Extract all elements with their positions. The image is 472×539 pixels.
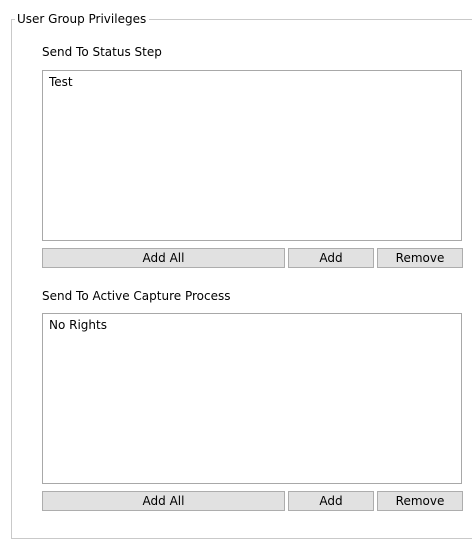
send-to-status-step-label: Send To Status Step: [42, 45, 162, 59]
list-item[interactable]: No Rights: [49, 317, 107, 333]
send-to-active-capture-process-listbox[interactable]: No Rights: [42, 313, 462, 484]
capture-process-add-all-button[interactable]: Add All: [42, 491, 285, 511]
send-to-status-step-listbox[interactable]: Test: [42, 70, 462, 241]
status-step-add-button[interactable]: Add: [288, 248, 374, 268]
status-step-add-all-button[interactable]: Add All: [42, 248, 285, 268]
list-item[interactable]: Test: [49, 74, 73, 90]
capture-process-add-button[interactable]: Add: [288, 491, 374, 511]
send-to-active-capture-process-label: Send To Active Capture Process: [42, 289, 231, 303]
groupbox-title: User Group Privileges: [15, 11, 150, 27]
capture-process-remove-button[interactable]: Remove: [377, 491, 463, 511]
status-step-remove-button[interactable]: Remove: [377, 248, 463, 268]
